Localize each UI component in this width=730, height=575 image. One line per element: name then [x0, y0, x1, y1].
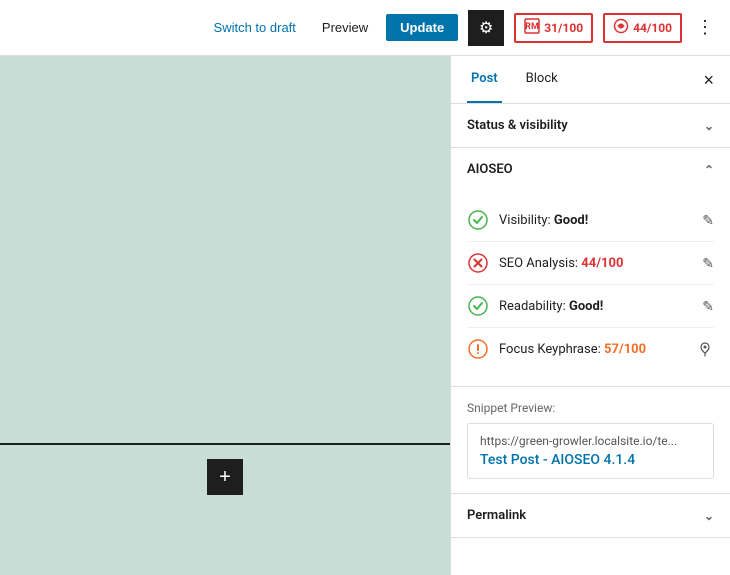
permalink-chevron: ⌄: [704, 509, 714, 523]
seo-score-badge[interactable]: RM 31/100: [514, 13, 593, 43]
aioseo-chevron: ⌃: [704, 163, 714, 177]
toolbar: Switch to draft Preview Update ⚙ RM 31/1…: [0, 0, 730, 56]
permalink-label: Permalink: [467, 508, 526, 523]
aioseo-readability-item: Readability: Good! ✎: [467, 285, 714, 328]
preview-button[interactable]: Preview: [314, 16, 376, 39]
switch-to-draft-button[interactable]: Switch to draft: [206, 16, 304, 39]
sidebar-close-button[interactable]: ×: [703, 71, 714, 89]
sidebar: Post Block × Status & visibility ⌄ AIOSE…: [450, 56, 730, 575]
permalink-section: Permalink ⌄: [451, 494, 730, 538]
readability-score-badge[interactable]: 44/100: [603, 13, 682, 43]
sidebar-tabs: Post Block ×: [451, 56, 730, 104]
readability-check-icon: [467, 295, 489, 317]
seo-analysis-label: SEO Analysis: 44/100: [499, 256, 692, 271]
canvas-area: +: [0, 56, 450, 575]
status-visibility-label: Status & visibility: [467, 118, 568, 133]
snippet-preview-label: Snippet Preview:: [467, 401, 714, 415]
snippet-box: https://green-growler.localsite.io/te...…: [467, 423, 714, 479]
seo-analysis-edit-button[interactable]: ✎: [702, 255, 714, 272]
aioseo-header[interactable]: AIOSEO ⌃: [451, 148, 730, 191]
snippet-url: https://green-growler.localsite.io/te...: [480, 434, 701, 448]
more-options-button[interactable]: ⋮: [692, 13, 718, 42]
visibility-label: Visibility: Good!: [499, 213, 692, 228]
canvas-divider: [0, 443, 450, 445]
main-layout: + Post Block × Status & visibility ⌄ AIO…: [0, 56, 730, 575]
keyphrase-edit-button[interactable]: [696, 339, 714, 360]
readability-edit-button[interactable]: ✎: [702, 298, 714, 315]
status-visibility-chevron: ⌄: [704, 119, 714, 133]
permalink-header[interactable]: Permalink ⌄: [451, 494, 730, 537]
status-visibility-header[interactable]: Status & visibility ⌄: [451, 104, 730, 147]
svg-text:RM: RM: [525, 22, 539, 32]
readability-icon: [613, 18, 629, 38]
visibility-edit-button[interactable]: ✎: [702, 212, 714, 229]
snippet-title[interactable]: Test Post - AIOSEO 4.1.4: [480, 452, 701, 468]
aioseo-keyphrase-item: Focus Keyphrase: 57/100: [467, 328, 714, 370]
aioseo-seo-item: SEO Analysis: 44/100 ✎: [467, 242, 714, 285]
aioseo-section: AIOSEO ⌃ Visibility: Good! ✎: [451, 148, 730, 387]
update-button[interactable]: Update: [386, 14, 458, 41]
seo-analysis-icon: [467, 252, 489, 274]
aioseo-content: Visibility: Good! ✎ SEO Analysis: 4: [451, 191, 730, 386]
gear-button[interactable]: ⚙: [468, 10, 504, 46]
tab-block[interactable]: Block: [522, 56, 562, 103]
readability-score-value: 44/100: [633, 21, 672, 35]
gear-icon: ⚙: [479, 18, 493, 38]
tab-post[interactable]: Post: [467, 56, 502, 103]
seo-score-icon: RM: [524, 18, 540, 38]
aioseo-label: AIOSEO: [467, 162, 513, 177]
snippet-preview-section: Snippet Preview: https://green-growler.l…: [451, 387, 730, 494]
keyphrase-label: Focus Keyphrase: 57/100: [499, 342, 686, 357]
canvas-add-button[interactable]: +: [207, 459, 243, 495]
seo-score-value: 31/100: [544, 21, 583, 35]
visibility-check-icon: [467, 209, 489, 231]
status-visibility-section: Status & visibility ⌄: [451, 104, 730, 148]
aioseo-visibility-item: Visibility: Good! ✎: [467, 199, 714, 242]
add-icon: +: [219, 466, 231, 489]
readability-label: Readability: Good!: [499, 299, 692, 314]
keyphrase-warning-icon: [467, 338, 489, 360]
